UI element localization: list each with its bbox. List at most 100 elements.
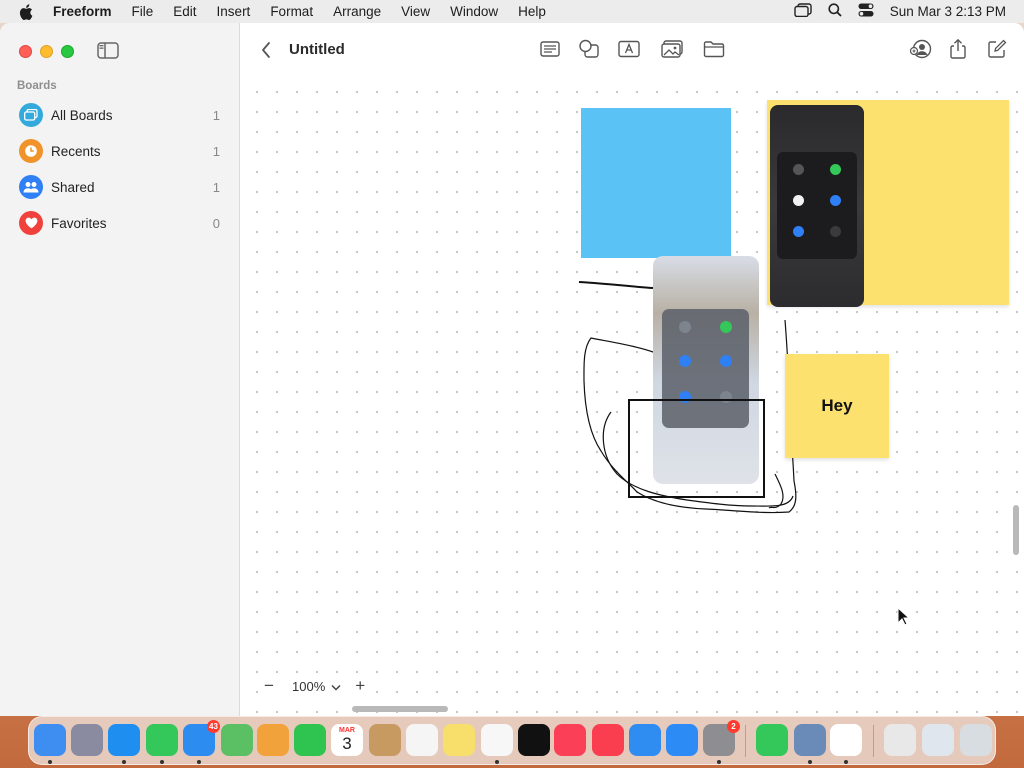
freeform-window: Boards All Boards 1 Recents 1 Shared 1 F… — [0, 23, 1024, 716]
wifi-toggle-icon — [793, 195, 804, 206]
zoom-in-button[interactable]: + — [349, 676, 371, 696]
menu-help[interactable]: Help — [518, 4, 546, 19]
photos-icon[interactable] — [257, 724, 289, 756]
wifi-toggle-icon — [679, 355, 691, 367]
stage-manager-icon[interactable] — [793, 3, 812, 20]
document-icon[interactable] — [884, 724, 916, 756]
menu-file[interactable]: File — [132, 4, 154, 19]
shapes-icon[interactable] — [577, 38, 601, 60]
collaborate-icon[interactable] — [909, 38, 933, 60]
share-icon[interactable] — [946, 38, 970, 60]
running-indicator — [197, 760, 201, 764]
running-indicator — [808, 760, 812, 764]
safari-icon[interactable] — [108, 724, 140, 756]
horizontal-scrollbar[interactable] — [352, 706, 448, 712]
menu-insert[interactable]: Insert — [217, 4, 251, 19]
zoom-level[interactable]: 100% — [292, 679, 325, 694]
new-board-icon[interactable] — [985, 38, 1009, 60]
music-icon[interactable] — [554, 724, 586, 756]
sidebar-item-recents[interactable]: Recents 1 — [0, 133, 240, 169]
freeform-icon[interactable] — [481, 724, 513, 756]
blue-rectangle-shape[interactable] — [581, 108, 731, 258]
sidebar-item-label: All Boards — [51, 107, 113, 123]
running-indicator — [122, 760, 126, 764]
sticky-note-icon[interactable] — [538, 38, 562, 60]
spotlight-search-icon[interactable] — [828, 3, 842, 20]
menu-format[interactable]: Format — [270, 4, 313, 19]
menu-app-name[interactable]: Freeform — [53, 4, 112, 19]
window-controls — [19, 45, 74, 58]
contacts-icon[interactable] — [369, 724, 401, 756]
menu-arrange[interactable]: Arrange — [333, 4, 381, 19]
screenshot-folder-icon[interactable] — [922, 724, 954, 756]
heart-icon — [19, 211, 43, 235]
text-box-icon[interactable] — [617, 38, 641, 60]
control-center-icon[interactable] — [858, 3, 874, 20]
boards-icon — [19, 103, 43, 127]
menu-clock[interactable]: Sun Mar 3 2:13 PM — [890, 4, 1006, 19]
sidebar-item-favorites[interactable]: Favorites 0 — [0, 205, 240, 241]
calendar-day: 3 — [342, 734, 352, 753]
menu-edit[interactable]: Edit — [173, 4, 196, 19]
chevron-down-icon[interactable] — [331, 679, 341, 694]
find-my-icon[interactable] — [756, 724, 788, 756]
dock: 43 MAR 3 2 — [28, 716, 996, 765]
clock-icon — [19, 139, 43, 163]
notes-icon[interactable] — [443, 724, 475, 756]
sidebar-item-shared[interactable]: Shared 1 — [0, 169, 240, 205]
folder-icon[interactable] — [702, 38, 726, 60]
facetime-icon[interactable] — [294, 724, 326, 756]
board-canvas[interactable]: Hey — [241, 76, 1024, 716]
messages-icon[interactable] — [146, 724, 178, 756]
apple-menu-icon[interactable] — [17, 3, 35, 21]
close-window-button[interactable] — [19, 45, 32, 58]
running-indicator — [160, 760, 164, 764]
trash-icon[interactable] — [960, 724, 992, 756]
dark-control-center-panel — [777, 152, 857, 259]
airdrop-toggle-icon — [793, 226, 804, 237]
calendar-icon[interactable]: MAR 3 — [331, 724, 363, 756]
apple-tv-icon[interactable] — [518, 724, 550, 756]
preview-icon[interactable] — [794, 724, 826, 756]
menu-window[interactable]: Window — [450, 4, 498, 19]
board-title[interactable]: Untitled — [289, 41, 345, 58]
running-indicator — [48, 760, 52, 764]
zoom-control: − 100% + — [258, 673, 372, 699]
bluetooth-toggle-icon — [720, 355, 732, 367]
finder-icon[interactable] — [34, 724, 66, 756]
bluetooth-toggle-icon — [830, 195, 841, 206]
zoom-window-button[interactable] — [61, 45, 74, 58]
sidebar-item-label: Favorites — [51, 215, 107, 231]
sidebar-item-all-boards[interactable]: All Boards 1 — [0, 97, 240, 133]
keynote-icon[interactable] — [629, 724, 661, 756]
app-store-icon[interactable] — [666, 724, 698, 756]
system-settings-icon[interactable]: 2 — [703, 720, 740, 756]
zoom-out-button[interactable]: − — [258, 676, 280, 696]
dark-control-center-screenshot-image[interactable] — [770, 105, 864, 307]
news-icon[interactable] — [592, 724, 624, 756]
back-chevron-icon[interactable] — [259, 40, 273, 60]
notification-badge: 43 — [207, 720, 220, 733]
vertical-scrollbar[interactable] — [1013, 505, 1019, 555]
notification-badge: 2 — [727, 720, 740, 733]
mail-icon[interactable]: 43 — [183, 720, 220, 756]
hey-sticky-note[interactable]: Hey — [785, 354, 889, 458]
maps-icon[interactable] — [221, 724, 253, 756]
sidebar-item-label: Shared — [51, 179, 95, 195]
launchpad-icon[interactable] — [71, 724, 103, 756]
media-icon[interactable] — [660, 38, 684, 60]
cellular-toggle-icon — [720, 321, 732, 333]
hotspot-toggle-icon — [830, 226, 841, 237]
chrome-icon[interactable] — [830, 724, 862, 756]
minimize-window-button[interactable] — [40, 45, 53, 58]
sidebar-toggle-icon[interactable] — [97, 42, 119, 59]
outline-rectangle-shape[interactable] — [628, 399, 765, 498]
menu-view[interactable]: View — [401, 4, 430, 19]
reminders-icon[interactable] — [406, 724, 438, 756]
sticky-note-text: Hey — [821, 396, 853, 415]
sidebar-item-count: 1 — [212, 179, 220, 195]
sidebar-item-count: 1 — [212, 143, 220, 159]
airplane-toggle-icon — [679, 321, 691, 333]
airplane-toggle-icon — [793, 164, 804, 175]
dock-separator — [745, 725, 746, 757]
